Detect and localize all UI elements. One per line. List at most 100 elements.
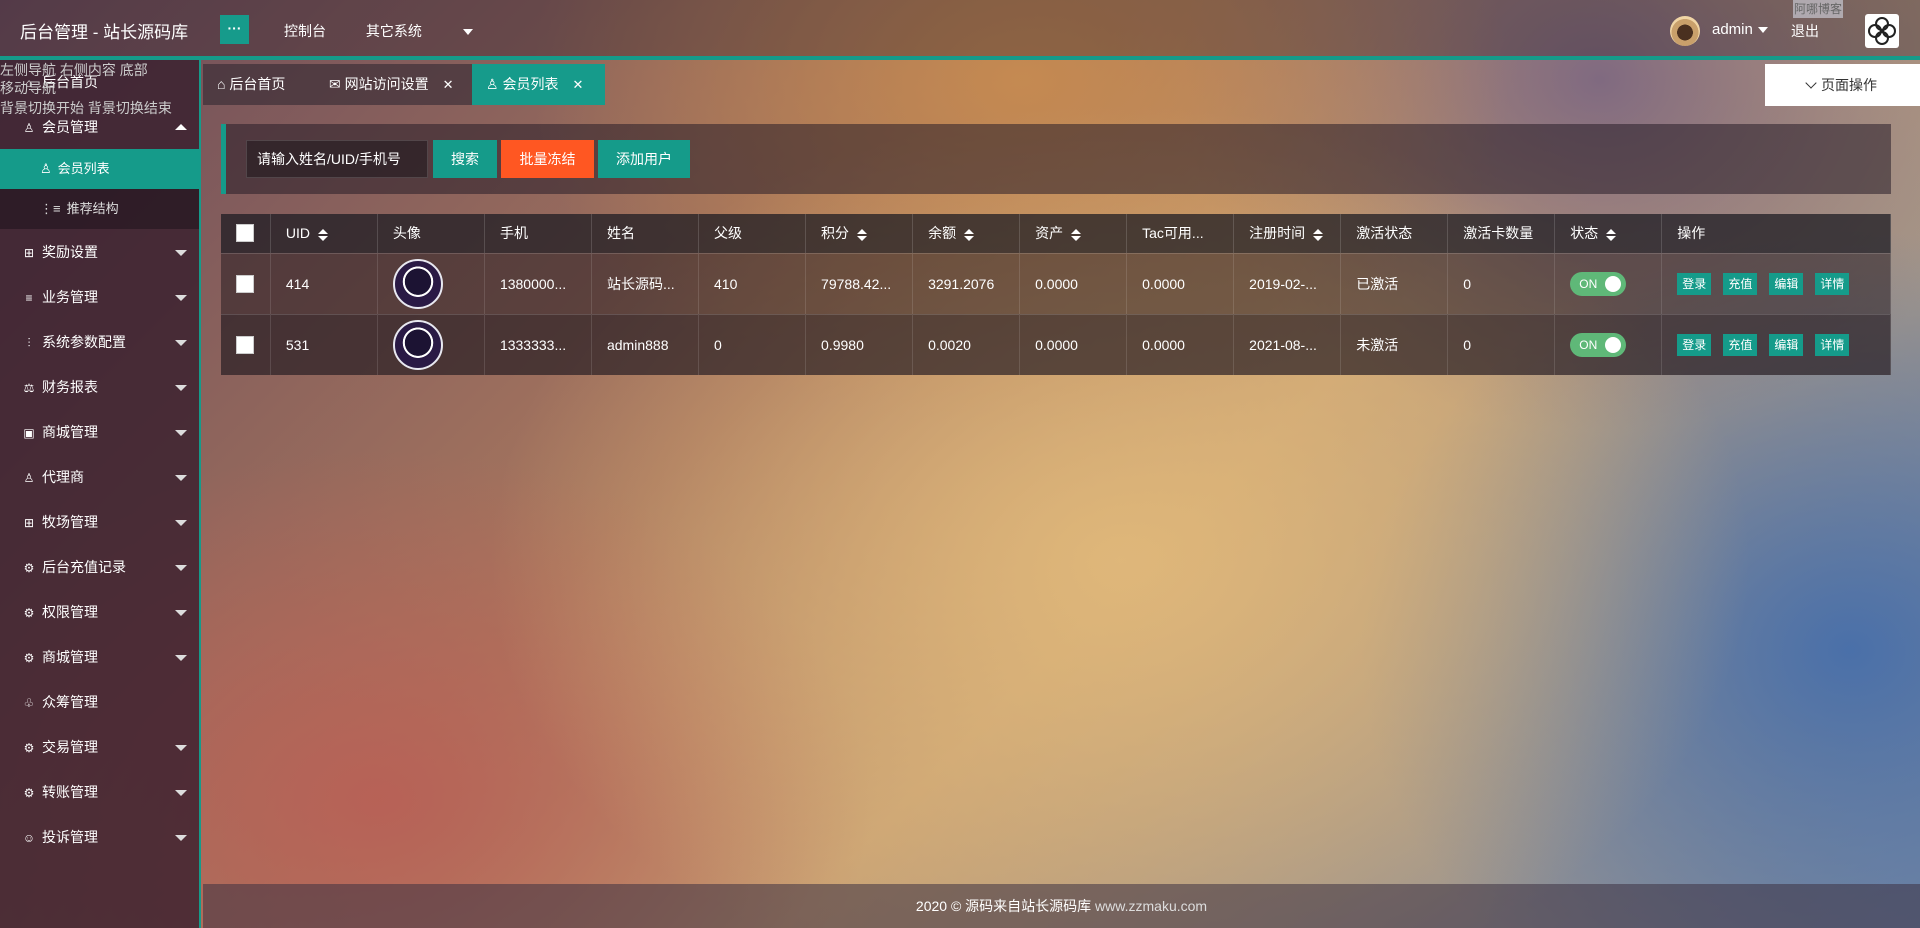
- sort-icon[interactable]: [857, 228, 868, 241]
- member-table: UID 头像 手机 姓名 父级 积分 余额 资产 Tac可用... 注册时间 激…: [221, 214, 1891, 375]
- sidebar-item-label: 代理商: [42, 469, 84, 485]
- skin-tag[interactable]: 阿哪博客: [1793, 0, 1843, 18]
- col-name: 姓名: [591, 214, 700, 253]
- recharge-button[interactable]: 充值: [1723, 333, 1758, 356]
- caret-down-icon: [462, 29, 473, 36]
- row-checkbox[interactable]: [236, 274, 254, 293]
- col-reg-time[interactable]: 注册时间: [1233, 214, 1342, 253]
- col-activation: 激活状态: [1340, 214, 1449, 253]
- gear-icon: ⚙: [23, 741, 35, 755]
- search-button[interactable]: 搜索: [433, 140, 497, 178]
- add-user-button[interactable]: 添加用户: [598, 140, 690, 178]
- row-select-cell: [221, 313, 271, 375]
- brand-icon[interactable]: [1865, 14, 1899, 48]
- page-operations-button[interactable]: 页面操作: [1765, 64, 1920, 106]
- sort-icon[interactable]: [1606, 228, 1617, 241]
- row-select-cell: [221, 252, 271, 314]
- gear-icon: ⚙: [23, 786, 35, 800]
- select-all-checkbox[interactable]: [236, 224, 254, 243]
- overlay-note: 左侧导航 右侧内容 底部: [0, 62, 148, 78]
- crowdfund-icon: ♧: [23, 696, 35, 710]
- sidebar-item-label: 系统参数配置: [42, 334, 126, 350]
- tab-home[interactable]: ⌂ 后台首页: [203, 64, 315, 105]
- close-icon[interactable]: ✕: [443, 77, 454, 92]
- app-logo[interactable]: 后台管理 - 站长源码库: [20, 18, 188, 43]
- sidebar-item-0[interactable]: ⊞ 奖励设置: [0, 232, 199, 272]
- sidebar-item-3[interactable]: ⚖ 财务报表: [0, 367, 199, 407]
- sidebar-item-member-list[interactable]: ♙ 会员列表: [0, 149, 199, 189]
- recharge-button[interactable]: 充值: [1723, 272, 1758, 295]
- chevron-down-icon: [175, 385, 187, 391]
- tab-member-list[interactable]: ♙ 会员列表 ✕: [472, 64, 605, 105]
- sidebar-item-6[interactable]: ⊞ 牧场管理: [0, 502, 199, 542]
- search-input[interactable]: 请输入姓名/UID/手机号: [246, 140, 428, 178]
- details-button[interactable]: 详情: [1815, 333, 1850, 356]
- col-uid[interactable]: UID: [270, 214, 378, 253]
- search-toolbar: 请输入姓名/UID/手机号 搜索 批量冻结 添加用户: [221, 124, 1891, 194]
- table-row: 531 1333333... admin888 0 0.9980 0.0020 …: [221, 313, 1891, 375]
- col-cards: 激活卡数量: [1447, 214, 1556, 253]
- user-avatar[interactable]: [1670, 16, 1700, 46]
- mail-icon: ✉: [329, 76, 345, 92]
- shop-icon: ▣: [23, 426, 35, 440]
- row-checkbox[interactable]: [236, 335, 254, 354]
- sidebar-item-13[interactable]: ☺ 投诉管理: [0, 817, 199, 857]
- nav-dashboard[interactable]: 控制台: [284, 23, 326, 39]
- chevron-down-icon: [175, 565, 187, 571]
- cell-uid: 531: [270, 313, 378, 375]
- sidebar-item-12[interactable]: ⚙ 转账管理: [0, 772, 199, 812]
- col-points[interactable]: 积分: [805, 214, 914, 253]
- sidebar-item-4[interactable]: ▣ 商城管理: [0, 412, 199, 452]
- sidebar-item-referral[interactable]: ⋮≡ 推荐结构: [0, 189, 199, 229]
- sort-icon[interactable]: [318, 228, 329, 241]
- avatar[interactable]: [392, 319, 443, 370]
- status-toggle[interactable]: ON: [1570, 271, 1627, 296]
- batch-freeze-button[interactable]: 批量冻结: [501, 140, 594, 178]
- edit-button[interactable]: 编辑: [1769, 272, 1804, 295]
- status-toggle[interactable]: ON: [1570, 332, 1627, 357]
- sidebar-item-7[interactable]: ⚙ 后台充值记录: [0, 547, 199, 587]
- edit-button[interactable]: 编辑: [1769, 333, 1804, 356]
- table-row: 414 1380000... 站长源码... 410 79788.42... 3…: [221, 252, 1891, 314]
- nav-other-systems[interactable]: 其它系统: [366, 23, 509, 39]
- sort-icon[interactable]: [1071, 228, 1082, 241]
- top-header: 后台管理 - 站长源码库 ··· 控制台 其它系统 阿哪博客 admin 退出: [0, 0, 1920, 60]
- col-status[interactable]: 状态: [1554, 214, 1663, 253]
- sort-icon[interactable]: [964, 228, 975, 241]
- sidebar-item-5[interactable]: ♙ 代理商: [0, 457, 199, 497]
- avatar[interactable]: [392, 258, 443, 309]
- caret-down-icon: [1757, 27, 1768, 34]
- user-menu[interactable]: admin: [1712, 21, 1768, 38]
- menu-toggle-button[interactable]: ···: [220, 15, 249, 44]
- col-assets[interactable]: 资产: [1019, 214, 1128, 253]
- cell-phone: 1380000...: [484, 252, 592, 314]
- sidebar-item-10[interactable]: ♧ 众筹管理: [0, 682, 199, 722]
- close-icon[interactable]: ✕: [572, 77, 583, 92]
- cell-parent: 0: [698, 313, 807, 375]
- col-avatar: 头像: [377, 214, 485, 253]
- gear-icon: ⚙: [23, 651, 35, 665]
- chevron-down-icon: [175, 295, 187, 301]
- login-button[interactable]: 登录: [1677, 272, 1712, 295]
- col-parent: 父级: [698, 214, 807, 253]
- sort-icon[interactable]: [1313, 228, 1324, 241]
- sidebar-item-9[interactable]: ⚙ 商城管理: [0, 637, 199, 677]
- sidebar-item-2[interactable]: ⫶ 系统参数配置: [0, 322, 199, 362]
- gear-icon: ⚙: [23, 561, 35, 575]
- tab-site-access[interactable]: ✉ 网站访问设置 ✕: [315, 64, 472, 105]
- complaint-icon: ☺: [22, 831, 36, 845]
- sidebar-item-label: 转账管理: [42, 784, 98, 800]
- login-button[interactable]: 登录: [1677, 333, 1712, 356]
- cell-tac: 0.0000: [1126, 313, 1235, 375]
- logout-link[interactable]: 退出: [1791, 21, 1819, 41]
- sidebar-item-8[interactable]: ⚙ 权限管理: [0, 592, 199, 632]
- cell-balance: 0.0020: [912, 313, 1021, 375]
- sidebar-item-11[interactable]: ⚙ 交易管理: [0, 727, 199, 767]
- footer-site-link[interactable]: www.zzmaku.com: [1091, 898, 1207, 914]
- col-balance[interactable]: 余额: [912, 214, 1021, 253]
- cell-status: ON: [1554, 313, 1663, 375]
- details-button[interactable]: 详情: [1815, 272, 1850, 295]
- sidebar-item-1[interactable]: ≡ 业务管理: [0, 277, 199, 317]
- chevron-down-icon: [175, 610, 187, 616]
- chevron-down-icon: [175, 790, 187, 796]
